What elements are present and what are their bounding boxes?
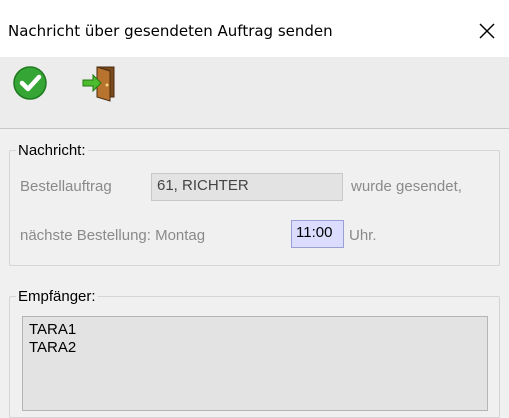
- list-item[interactable]: TARA1: [29, 321, 481, 339]
- naechste-bestellung-label: nächste Bestellung: Montag: [20, 227, 206, 244]
- title-bar: Nachricht über gesendeten Auftrag senden: [0, 0, 509, 57]
- uhr-label: Uhr.: [349, 227, 377, 244]
- exit-door-icon: [82, 66, 115, 102]
- bestellauftrag-label: Bestellauftrag: [20, 178, 112, 195]
- empfaenger-legend: Empfänger:: [16, 288, 98, 305]
- bestellauftrag-field[interactable]: 61, RICHTER: [151, 173, 343, 201]
- list-item[interactable]: TARA2: [29, 339, 481, 357]
- check-circle-icon: [13, 66, 47, 100]
- empfaenger-group: Empfänger: TARA1 TARA2: [9, 288, 500, 418]
- nachricht-group: Nachricht: Bestellauftrag 61, RICHTER wu…: [9, 142, 500, 266]
- confirm-button[interactable]: [10, 63, 50, 103]
- time-input[interactable]: 11:00: [291, 220, 344, 248]
- close-icon: [479, 23, 495, 39]
- nachricht-legend: Nachricht:: [16, 142, 88, 159]
- toolbar: [0, 57, 509, 129]
- empfaenger-list[interactable]: TARA1 TARA2: [22, 316, 488, 411]
- gesendet-text: wurde gesendet,: [351, 178, 462, 195]
- window-title: Nachricht über gesendeten Auftrag senden: [8, 22, 333, 40]
- exit-button[interactable]: [80, 63, 120, 103]
- close-button[interactable]: [470, 14, 506, 50]
